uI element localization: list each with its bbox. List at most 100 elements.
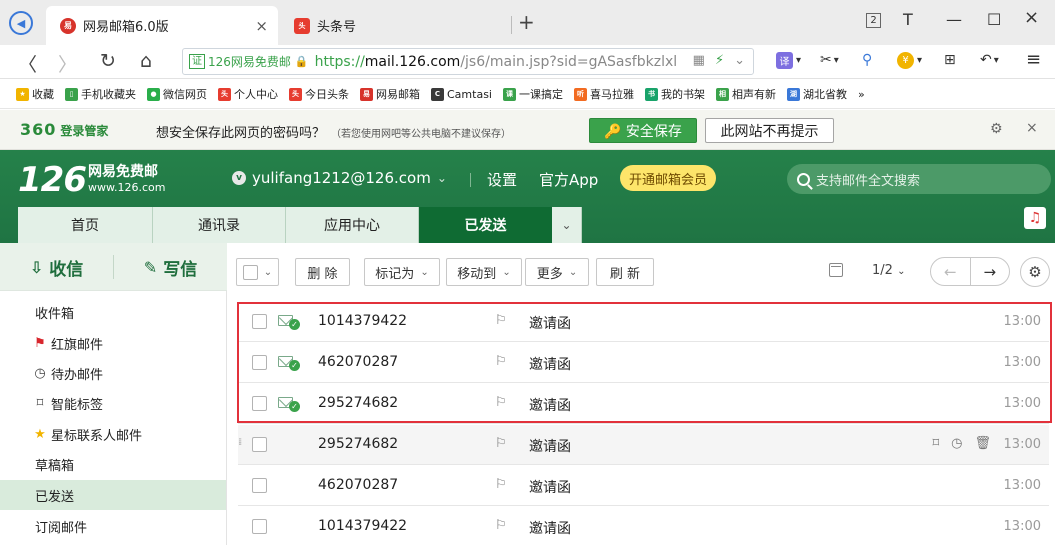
- mail-checkbox[interactable]: [252, 396, 267, 411]
- bookmark-item[interactable]: ▯ 手机收藏夹: [65, 86, 136, 102]
- refresh-button[interactable]: 刷 新: [596, 258, 654, 286]
- mail-checkbox[interactable]: [252, 519, 267, 534]
- folder-item[interactable]: 已发送: [0, 480, 226, 510]
- mail-checkbox[interactable]: [252, 355, 267, 370]
- receive-button[interactable]: ⇩ 收信: [0, 243, 113, 291]
- gear-icon[interactable]: ⚙: [990, 121, 1003, 137]
- drag-handle-icon[interactable]: ⁞⁞: [238, 437, 243, 448]
- bookmark-item[interactable]: 听喜马拉雅: [573, 86, 634, 102]
- undo-button[interactable]: ↶ ▾: [980, 52, 999, 68]
- music-icon[interactable]: ♫: [1024, 207, 1046, 229]
- folder-item[interactable]: 收件箱: [0, 297, 226, 327]
- folder-item[interactable]: ⌑ 智能标签: [0, 388, 226, 418]
- close-tab-icon[interactable]: ×: [255, 17, 268, 35]
- list-settings-button[interactable]: ⚙: [1020, 257, 1050, 287]
- flag-icon[interactable]: ⚐: [495, 354, 507, 369]
- mail-subject[interactable]: 邀请函: [529, 518, 571, 538]
- mail-row[interactable]: ✓ 462070287 ⚐ 邀请函 13:00: [238, 343, 1049, 383]
- qr-code-icon[interactable]: ▦: [693, 53, 705, 68]
- bookmark-item[interactable]: 书我的书架: [644, 86, 705, 102]
- official-app-link[interactable]: 官方App: [539, 169, 598, 190]
- bookmark-item[interactable]: ★ 收藏: [16, 86, 54, 102]
- mail-row[interactable]: ✓ 1014379422 ⚐ 邀请函 13:00: [238, 302, 1049, 342]
- mail-subject[interactable]: 邀请函: [529, 313, 571, 333]
- menu-button[interactable]: ≡: [1026, 49, 1041, 70]
- tab-app-center[interactable]: 应用中心: [286, 207, 419, 243]
- chevron-down-icon[interactable]: ⌄: [734, 53, 745, 68]
- mail-checkbox[interactable]: [252, 478, 267, 493]
- more-tabs-button[interactable]: ⌄: [552, 207, 582, 243]
- browser-logo-icon[interactable]: ◀: [9, 11, 33, 35]
- bookmark-item[interactable]: C Camtasi: [431, 87, 492, 101]
- mail-checkbox[interactable]: [252, 314, 267, 329]
- flag-icon[interactable]: ⚐: [495, 477, 507, 492]
- minimize-button[interactable]: —: [946, 10, 962, 29]
- open-vip-button[interactable]: 开通邮箱会员: [620, 165, 716, 191]
- write-button[interactable]: ✎ 写信: [114, 243, 227, 291]
- search-tool-button[interactable]: ⚲: [862, 52, 872, 68]
- mail-row[interactable]: ✓ 295274682 ⚐ 邀请函 13:00: [238, 384, 1049, 424]
- reload-button[interactable]: ↻: [100, 50, 116, 72]
- more-dropdown[interactable]: 更多 ⌄: [525, 258, 589, 286]
- never-prompt-button[interactable]: 此网站不再提示: [705, 118, 834, 143]
- move-to-dropdown[interactable]: 移动到 ⌄: [446, 258, 522, 286]
- select-all-dropdown[interactable]: ⌄: [236, 258, 279, 286]
- back-button[interactable]: 〈: [18, 50, 37, 77]
- mail-subject[interactable]: 邀请函: [529, 477, 571, 497]
- translate-button[interactable]: 译 ▾: [776, 52, 801, 69]
- clock-icon[interactable]: ◷: [951, 436, 962, 451]
- bookmark-item[interactable]: 头个人中心: [218, 86, 278, 102]
- tab-sent[interactable]: 已发送: [419, 207, 552, 243]
- prev-page-button[interactable]: ←: [931, 258, 971, 285]
- 126-logo[interactable]: 126: [18, 162, 87, 198]
- maximize-button[interactable]: ☐: [987, 10, 1001, 29]
- folder-item[interactable]: ◷ 待办邮件: [0, 358, 226, 388]
- folder-item[interactable]: ⚑ 红旗邮件: [0, 328, 226, 358]
- flag-icon[interactable]: ⚐: [495, 518, 507, 533]
- account-menu[interactable]: v yulifang1212@126.com ⌄: [232, 169, 447, 187]
- next-page-button[interactable]: →: [971, 258, 1010, 285]
- mail-subject[interactable]: 邀请函: [529, 395, 571, 415]
- mail-subject[interactable]: 邀请函: [529, 436, 571, 456]
- bookmark-item[interactable]: »: [858, 88, 865, 101]
- home-button[interactable]: ⌂: [140, 50, 152, 72]
- close-window-button[interactable]: ×: [1024, 7, 1039, 28]
- address-bar[interactable]: 证 126网易免费邮 🔒 https://mail.126.com/js6/ma…: [182, 48, 754, 75]
- skin-icon[interactable]: T: [903, 10, 913, 29]
- mail-checkbox[interactable]: [252, 437, 267, 452]
- mail-search-box[interactable]: 支持邮件全文搜索: [787, 164, 1051, 194]
- mail-row[interactable]: 1014379422 ⚐ 邀请函 13:00: [238, 507, 1049, 545]
- settings-link[interactable]: 设置: [487, 169, 517, 190]
- bookmark-item[interactable]: 头今日头条: [289, 86, 349, 102]
- mail-row[interactable]: 462070287 ⚐ 邀请函 13:00: [238, 466, 1049, 506]
- bookmark-item[interactable]: 课一课搞定: [502, 86, 563, 102]
- page-indicator[interactable]: 1/2 ⌄: [872, 263, 905, 278]
- forward-button[interactable]: 〉: [58, 50, 77, 77]
- tab-toutiao[interactable]: 头 头条号: [280, 6, 510, 45]
- trash-icon[interactable]: 🗑: [974, 436, 991, 451]
- restore-tabs-icon[interactable]: 2: [866, 13, 881, 28]
- folder-item[interactable]: 订阅邮件: [0, 511, 226, 541]
- mail-subject[interactable]: 邀请函: [529, 354, 571, 374]
- folder-item[interactable]: 草稿箱: [0, 449, 226, 479]
- safe-save-button[interactable]: 🔑 安全保存: [589, 118, 697, 143]
- mark-as-dropdown[interactable]: 标记为 ⌄: [364, 258, 440, 286]
- apps-grid-button[interactable]: ⊞: [944, 52, 956, 68]
- bookmark-item[interactable]: 相相声有新: [715, 86, 776, 102]
- lightning-icon[interactable]: ⚡: [715, 53, 724, 68]
- flag-icon[interactable]: ⚐: [495, 395, 507, 410]
- certificate-icon[interactable]: 证: [189, 54, 205, 69]
- folder-item[interactable]: ★ 星标联系人邮件: [0, 419, 226, 449]
- mail-row[interactable]: ⁞⁞ 295274682 ⚐ 邀请函 ⌑ ◷ 🗑 13:00: [238, 425, 1049, 465]
- delete-button[interactable]: 删 除: [295, 258, 350, 286]
- select-all-checkbox[interactable]: [242, 264, 258, 280]
- new-tab-button[interactable]: +: [518, 10, 535, 34]
- bookmark-item[interactable]: 湖湖北省教: [786, 86, 847, 102]
- screenshot-button[interactable]: ✂ ▾: [820, 52, 839, 68]
- tab-home[interactable]: 首页: [18, 207, 153, 243]
- calendar-icon[interactable]: [829, 263, 843, 277]
- tab-contacts[interactable]: 通讯录: [153, 207, 286, 243]
- close-icon[interactable]: ×: [1026, 120, 1038, 136]
- tab-netease-mail[interactable]: 易 网易邮箱6.0版 ×: [46, 6, 278, 45]
- coin-button[interactable]: ¥ ▾: [897, 52, 922, 69]
